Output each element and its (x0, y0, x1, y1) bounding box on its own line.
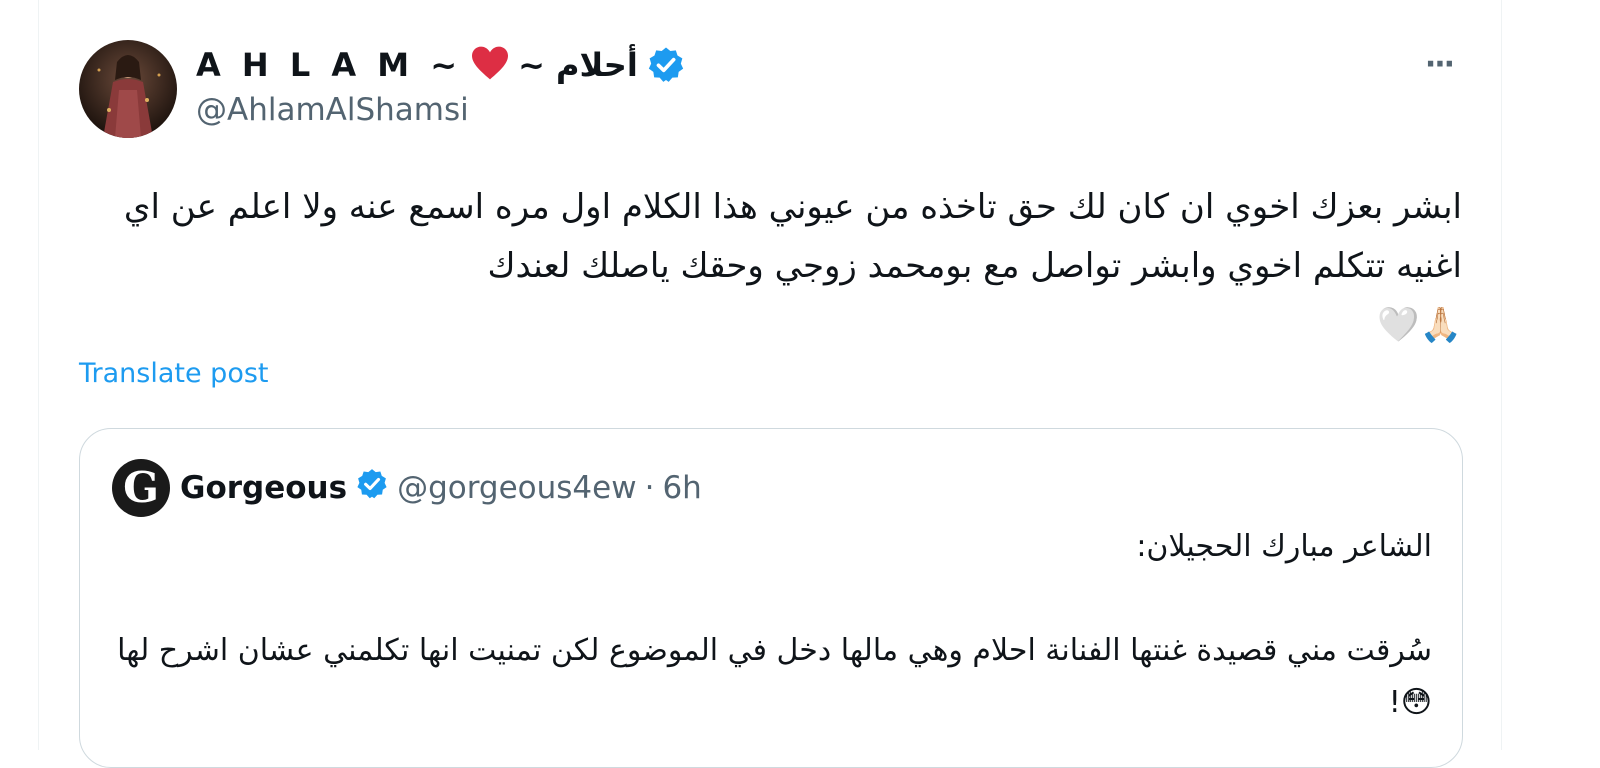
post-emojis: 🙏🏻🤍 (1377, 305, 1462, 345)
author-display-name-arabic[interactable]: ~ أحلام (518, 46, 638, 84)
translate-post-link[interactable]: Translate post (79, 358, 269, 389)
author-avatar[interactable] (79, 40, 177, 138)
post-body: ابشر بعزك اخوي ان كان لك حق تاخذه من عيو… (123, 187, 1462, 286)
profile-photo-icon (79, 40, 177, 138)
quoted-author-avatar[interactable]: G (112, 459, 170, 517)
quoted-post-card[interactable]: G Gorgeous @gorgeous4ew · 6h الشاعر مبار… (79, 428, 1463, 768)
quoted-author-name[interactable]: Gorgeous (180, 470, 347, 506)
verified-badge-icon (355, 467, 389, 509)
heart-icon (470, 45, 510, 85)
author-display-name-latin[interactable]: A H L A M ~ (196, 46, 462, 84)
quoted-author-handle[interactable]: @gorgeous4ew (397, 470, 637, 506)
quoted-post-time[interactable]: 6h (662, 470, 701, 506)
author-name-row[interactable]: A H L A M ~ ~ أحلام (196, 42, 686, 88)
more-options-icon[interactable]: ··· (1416, 50, 1462, 80)
quoted-post-text: الشاعر مبارك الحجيلان: سُرقت مني قصيدة غ… (117, 529, 1432, 720)
verified-badge-icon (646, 45, 686, 85)
separator-dot: · (644, 470, 655, 506)
quoted-author-row: Gorgeous @gorgeous4ew · 6h (180, 467, 702, 509)
post-text: ابشر بعزك اخوي ان كان لك حق تاخذه من عيو… (110, 178, 1462, 355)
author-handle[interactable]: @AhlamAlShamsi (196, 92, 469, 128)
